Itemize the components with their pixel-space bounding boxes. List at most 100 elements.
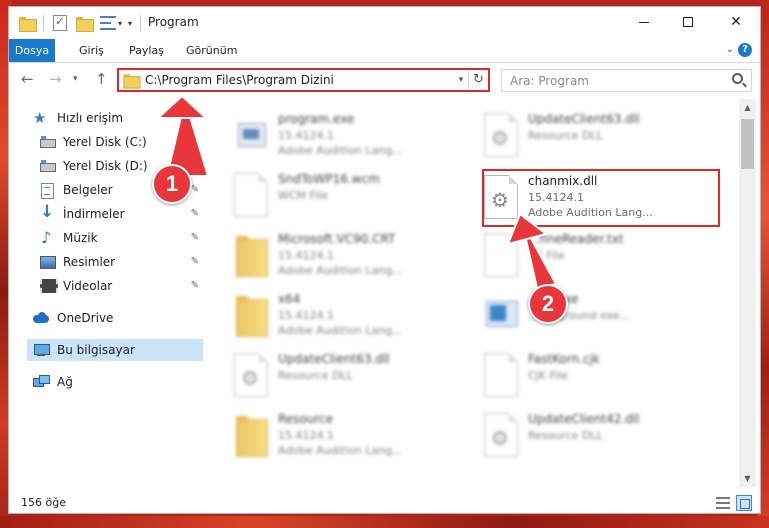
address-bar[interactable]: C:\Program Files\Program Dizini ▾ ↻ [117, 68, 490, 92]
new-folder-icon[interactable] [76, 16, 94, 32]
sidebar-item-music[interactable]: Müzik ✎ [39, 227, 203, 249]
item-count: 156 öğe [21, 496, 66, 509]
search-box[interactable]: Ara: Program [501, 69, 752, 92]
sidebar-item-label: Yerel Disk (D:) [63, 159, 148, 173]
quick-access-toolbar: ▾ ▾ [19, 14, 142, 32]
list-item[interactable]: ...ec.exe ...ackground exe... [464, 287, 704, 345]
tab-home[interactable]: Giriş [79, 39, 104, 62]
file-list: program.exe 15.4124.1 Adobe Audition Lan… [214, 99, 739, 487]
tab-file[interactable]: Dosya [9, 39, 55, 62]
toolbar-separator [140, 15, 142, 31]
tiles-view-icon[interactable] [736, 495, 752, 511]
dll-gear-icon [234, 353, 268, 397]
file-name: Resource [278, 412, 334, 426]
sidebar-item-label: Resimler [63, 255, 116, 269]
explorer-window: ▾ ▾ Program ✕ Dosya Giriş Paylaş Görünüm… [8, 6, 761, 514]
scroll-down-icon[interactable]: ▼ [739, 470, 756, 487]
minimize-icon [639, 21, 649, 23]
file-name: UpdateClient63.dll [278, 352, 390, 366]
videos-icon [39, 278, 58, 294]
chevron-down-icon[interactable]: ▾ [118, 19, 122, 28]
address-path[interactable]: C:\Program Files\Program Dizini [145, 73, 454, 87]
network-icon [33, 374, 50, 390]
pin-icon[interactable]: ✎ [191, 275, 199, 297]
sidebar-item-label: Müzik [63, 231, 98, 245]
close-button[interactable]: ✕ [713, 7, 759, 37]
refresh-button[interactable]: ↻ [468, 70, 488, 90]
list-item[interactable]: UpdateClient63.dll Resource DLL [464, 107, 704, 165]
file-name: Microsoft.VC90.CRT [278, 232, 396, 246]
properties-check-icon[interactable] [53, 14, 67, 31]
file-type: Resource DLL [528, 429, 603, 442]
disk-icon [39, 158, 56, 174]
application-icon [234, 113, 268, 157]
minimize-button[interactable] [621, 7, 667, 37]
recent-locations-button[interactable]: ▾ [73, 74, 78, 84]
file-description: Adobe Audition Lang... [278, 324, 403, 337]
sidebar-item-label: Hızlı erişim [57, 111, 124, 125]
onedrive-cloud-icon [33, 310, 49, 326]
sidebar-item-this-pc[interactable]: Bu bilgisayar [27, 339, 203, 361]
list-item[interactable]: ...fineReader.txt ...t File [464, 227, 704, 285]
pin-icon[interactable]: ✎ [191, 251, 199, 273]
forward-button[interactable]: → [49, 70, 62, 88]
list-item[interactable]: UpdateClient63.dll Resource DLL [214, 347, 454, 405]
vertical-scrollbar[interactable]: ▲ ▼ [739, 99, 756, 487]
scrollbar-thumb[interactable] [741, 119, 754, 169]
music-icon [39, 227, 55, 249]
view-list-icon[interactable] [100, 16, 116, 30]
sidebar-item-videos[interactable]: Videolar ✎ [39, 275, 203, 297]
pin-icon[interactable]: ✎ [191, 227, 199, 249]
search-input[interactable]: Ara: Program [510, 74, 589, 88]
file-type: Resource DLL [528, 129, 603, 142]
list-item[interactable]: FastKorn.cjk CJK File [464, 347, 704, 405]
disk-icon [39, 134, 56, 150]
help-icon[interactable]: ? [738, 43, 752, 57]
sidebar-item-onedrive[interactable]: OneDrive [33, 307, 203, 329]
back-button[interactable]: ← [21, 70, 34, 88]
pin-icon[interactable]: ✎ [191, 131, 199, 153]
sidebar-item-local-disk-c[interactable]: Yerel Disk (C:) ✎ [39, 131, 203, 153]
file-icon [484, 353, 518, 397]
file-version: 15.4124.1 [278, 249, 334, 262]
sidebar-item-pictures[interactable]: Resimler ✎ [39, 251, 203, 273]
pin-icon[interactable]: ✎ [191, 203, 199, 225]
list-item[interactable]: program.exe 15.4124.1 Adobe Audition Lan… [214, 107, 454, 165]
file-type: Resource DLL [278, 369, 353, 382]
list-item[interactable]: x64 15.4124.1 Adobe Audition Lang... [214, 287, 454, 345]
up-button[interactable]: ↑ [95, 70, 108, 88]
list-item[interactable]: Microsoft.VC90.CRT 15.4124.1 Adobe Audit… [214, 227, 454, 285]
text-file-icon [484, 233, 518, 277]
file-description: Adobe Audition Lang... [278, 144, 403, 157]
tab-view[interactable]: Görünüm [186, 39, 237, 62]
file-name: SndToWP16.wcm [278, 172, 380, 186]
list-item[interactable]: SndToWP16.wcm WCM File [214, 167, 454, 225]
file-version: 15.4124.1 [278, 429, 334, 442]
sidebar-item-network[interactable]: Ağ [33, 371, 203, 393]
list-item[interactable]: Resource 15.4124.1 Adobe Audition Lang..… [214, 407, 454, 465]
file-name: FastKorn.cjk [528, 352, 600, 366]
documents-icon [39, 182, 55, 199]
application-icon [484, 293, 518, 337]
expand-ribbon-icon[interactable]: ⌄ [726, 44, 734, 55]
pictures-icon [39, 254, 56, 270]
address-dropdown-icon[interactable]: ▾ [454, 75, 468, 85]
maximize-button[interactable] [665, 7, 711, 37]
customize-toolbar-icon[interactable]: ▾ [128, 19, 132, 28]
sidebar-item-label: OneDrive [57, 311, 114, 325]
sidebar-item-label: Yerel Disk (C:) [63, 135, 147, 149]
file-name: program.exe [278, 112, 355, 126]
title-bar: ▾ ▾ Program ✕ [9, 7, 760, 39]
scroll-up-icon[interactable]: ▲ [739, 99, 756, 116]
sidebar-item-quick-access[interactable]: Hızlı erişim [33, 107, 203, 129]
computer-icon [33, 342, 50, 358]
sidebar-item-downloads[interactable]: İndirmeler ✎ [39, 201, 203, 225]
dll-gear-icon [484, 113, 518, 157]
list-item[interactable]: UpdateClient42.dll Resource DLL [464, 407, 704, 465]
star-icon [33, 107, 49, 129]
file-name: UpdateClient63.dll [528, 112, 640, 126]
details-view-icon[interactable] [716, 497, 730, 509]
sidebar-item-label: Videolar [63, 279, 113, 293]
tab-share[interactable]: Paylaş [129, 39, 164, 62]
pin-icon[interactable]: ✎ [191, 155, 199, 177]
